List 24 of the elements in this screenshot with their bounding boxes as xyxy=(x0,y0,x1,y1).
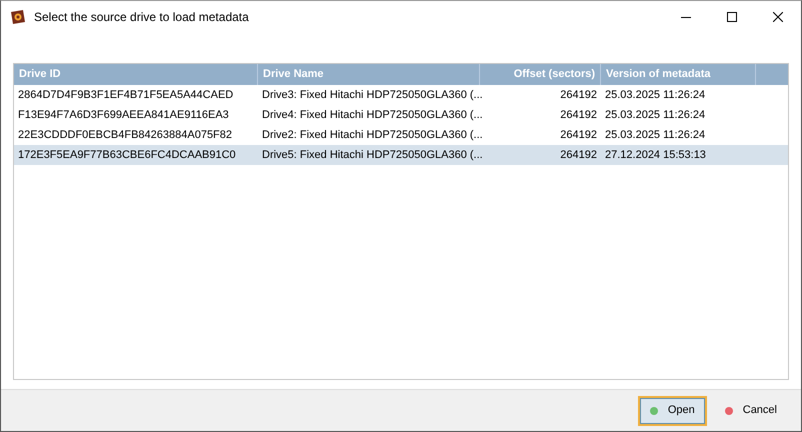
maximize-icon xyxy=(727,12,737,22)
table-row[interactable]: 172E3F5EA9F77B63CBE6FC4DCAAB91C0 Drive5: Fixed Hitachi HDP725050GLA360 (... 264192 27.12.2024 15:53:13 xyxy=(14,145,788,165)
app-icon xyxy=(10,9,26,25)
table-cell-text: 264192 xyxy=(559,148,598,163)
table-cell-text: Drive3: Fixed Hitachi HDP725050GLA360 (... xyxy=(261,88,480,103)
table-cell-text: 25.03.2025 11:26:24 xyxy=(604,88,706,103)
table-cell-text: 25.03.2025 11:26:24 xyxy=(604,108,706,123)
table-cell-text: F13E94F7A6D3F699AEEA841AE9116EA3 xyxy=(17,108,230,123)
table-cell-text: Drive2: Fixed Hitachi HDP725050GLA360 (... xyxy=(261,128,480,143)
table-cell-text: 264192 xyxy=(559,88,598,103)
minimize-icon xyxy=(681,16,691,18)
table-cell-text: 2864D7D4F9B3F1EF4B71F5EA5A44CAED xyxy=(17,88,234,103)
table-cell-text: 264192 xyxy=(559,108,598,123)
table-cell-text: Drive4: Fixed Hitachi HDP725050GLA360 (... xyxy=(261,108,480,123)
close-icon xyxy=(773,12,783,22)
table-cell-text: 264192 xyxy=(559,128,598,143)
dialog-button[interactable]: Cancel xyxy=(712,396,789,426)
table-cell-text: 25.03.2025 11:26:24 xyxy=(604,128,706,143)
table-cell-text: 172E3F5EA9F77B63CBE6FC4DCAAB91C0 xyxy=(17,148,237,163)
table-cell-text: Drive5: Fixed Hitachi HDP725050GLA360 (... xyxy=(261,148,480,163)
window-title: Select the source drive to load metadata xyxy=(34,9,249,26)
table-cell-text: 22E3CDDDF0EBCB4FB84263884A075F82 xyxy=(17,128,234,143)
dialog-button[interactable]: Open xyxy=(638,396,707,426)
table-cell-text: 27.12.2024 15:53:13 xyxy=(604,148,707,163)
